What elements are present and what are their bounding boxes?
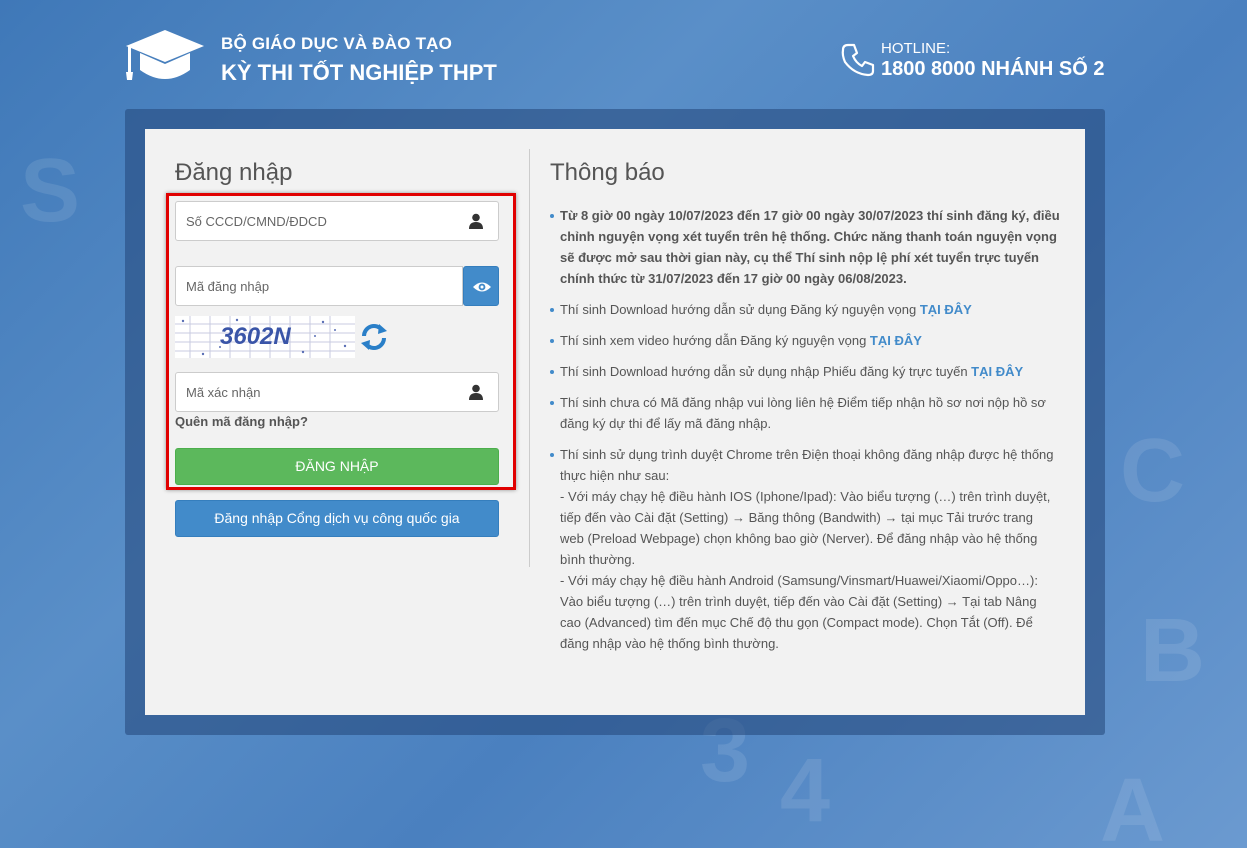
ministry-name: BỘ GIÁO DỤC VÀ ĐÀO TẠO bbox=[221, 34, 453, 53]
eye-icon bbox=[473, 282, 491, 292]
header: BỘ GIÁO DỤC VÀ ĐÀO TẠO KỲ THI TỐT NGHIỆP… bbox=[0, 0, 1247, 100]
download-guide-link[interactable]: TẠI ĐÂY bbox=[920, 302, 972, 317]
organization-name: BỘ GIÁO DỤC VÀ ĐÀO TẠO KỲ THI TỐT NGHIỆP… bbox=[221, 34, 497, 86]
id-number-field bbox=[175, 201, 499, 241]
notice-item: Từ 8 giờ 00 ngày 10/07/2023 đến 17 giờ 0… bbox=[550, 205, 1060, 289]
notice-title: Thông báo bbox=[550, 159, 665, 186]
notice-item: Thí sinh chưa có Mã đăng nhập vui lòng l… bbox=[550, 392, 1060, 434]
notice-section: Thông báo Từ 8 giờ 00 ngày 10/07/2023 đế… bbox=[550, 159, 1060, 664]
hotline: HOTLINE: 1800 8000 NHÁNH SỐ 2 bbox=[840, 40, 1104, 81]
user-icon bbox=[469, 384, 483, 400]
toggle-password-button[interactable] bbox=[463, 266, 499, 306]
national-portal-login-button[interactable]: Đăng nhập Cổng dịch vụ công quốc gia bbox=[175, 500, 499, 537]
notice-item: Thí sinh xem video hướng dẫn Đăng ký ngu… bbox=[550, 330, 1060, 351]
notice-text: Thí sinh Download hướng dẫn sử dụng nhập… bbox=[560, 364, 972, 379]
main-panel: Đăng nhập 36 bbox=[145, 129, 1085, 715]
notice-list: Từ 8 giờ 00 ngày 10/07/2023 đến 17 giờ 0… bbox=[550, 205, 1060, 654]
notice-item: Thí sinh sử dụng trình duyệt Chrome trên… bbox=[550, 444, 1060, 654]
column-divider bbox=[529, 149, 530, 567]
form-guide-link[interactable]: TẠI ĐÂY bbox=[971, 364, 1023, 379]
login-title: Đăng nhập bbox=[175, 159, 293, 186]
refresh-captcha-icon[interactable] bbox=[359, 322, 389, 352]
hotline-label: HOTLINE: bbox=[881, 40, 951, 57]
notice-text: Thí sinh Download hướng dẫn sử dụng Đăng… bbox=[560, 302, 920, 317]
exam-name: KỲ THI TỐT NGHIỆP THPT bbox=[221, 60, 497, 85]
phone-icon bbox=[841, 43, 875, 77]
hotline-number: 1800 8000 NHÁNH SỐ 2 bbox=[881, 58, 1105, 80]
login-section: Đăng nhập bbox=[175, 159, 499, 187]
notice-ios-instructions: - Với máy chạy hệ điều hành IOS (Iphone/… bbox=[560, 489, 1051, 567]
password-field bbox=[175, 266, 463, 306]
graduation-cap-icon bbox=[126, 30, 204, 80]
notice-android-instructions: - Với máy chạy hệ điều hành Android (Sam… bbox=[560, 573, 1038, 651]
captcha-field bbox=[175, 372, 499, 412]
video-guide-link[interactable]: TẠI ĐÂY bbox=[870, 333, 922, 348]
captcha-code: 3602N bbox=[220, 323, 291, 350]
captcha-image: 3602N bbox=[175, 316, 355, 358]
forgot-password-link[interactable]: Quên mã đăng nhập? bbox=[175, 414, 308, 429]
captcha-input[interactable] bbox=[176, 373, 466, 411]
password-input[interactable] bbox=[176, 267, 434, 305]
notice-item: Thí sinh Download hướng dẫn sử dụng Đăng… bbox=[550, 299, 1060, 320]
notice-text: Thí sinh xem video hướng dẫn Đăng ký ngu… bbox=[560, 333, 870, 348]
id-number-input[interactable] bbox=[176, 202, 466, 240]
notice-text: Thí sinh sử dụng trình duyệt Chrome trên… bbox=[560, 447, 1054, 483]
notice-item: Thí sinh Download hướng dẫn sử dụng nhập… bbox=[550, 361, 1060, 382]
user-icon bbox=[469, 213, 483, 229]
login-button[interactable]: ĐĂNG NHẬP bbox=[175, 448, 499, 485]
